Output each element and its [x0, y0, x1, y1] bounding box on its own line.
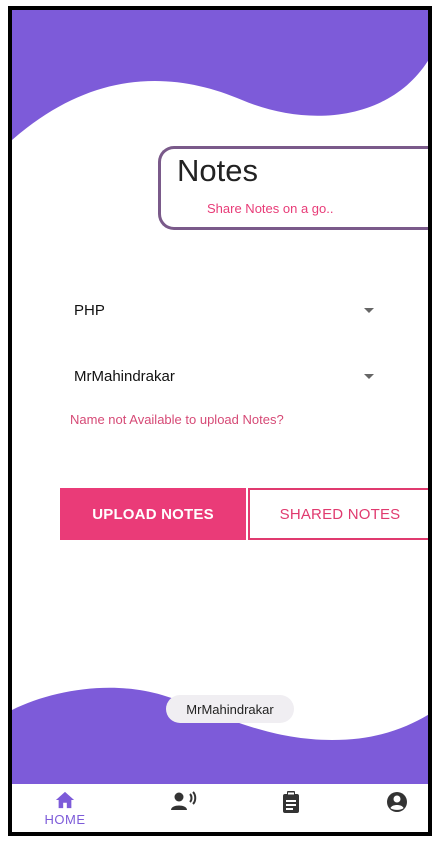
toast-message: MrMahindrakar	[166, 695, 294, 723]
dropdown-arrow-icon	[364, 308, 374, 313]
upload-notes-button[interactable]: UPLOAD NOTES	[60, 488, 246, 540]
account-icon	[387, 792, 407, 812]
clipboard-icon	[283, 791, 299, 813]
dropdown-arrow-icon	[364, 374, 374, 379]
top-wave-decoration	[12, 10, 428, 140]
nav-item-profile[interactable]	[362, 784, 428, 832]
bottom-wave-decoration	[12, 687, 428, 800]
subject-selected-value: PHP	[74, 302, 105, 319]
bottom-navigation: HOME	[12, 784, 428, 832]
shared-notes-button[interactable]: SHARED NOTES	[248, 488, 428, 540]
name-dropdown[interactable]: MrMahindrakar	[74, 362, 374, 392]
page-subtitle: Share Notes on a go..	[207, 201, 334, 216]
nav-label-home: HOME	[44, 812, 86, 827]
home-icon	[55, 791, 75, 809]
nav-item-voice[interactable]	[148, 784, 218, 832]
name-selected-value: MrMahindrakar	[74, 368, 175, 385]
page-title: Notes	[177, 153, 258, 188]
name-unavailable-link[interactable]: Name not Available to upload Notes?	[70, 412, 284, 427]
subject-dropdown[interactable]: PHP	[74, 296, 374, 326]
nav-item-notes[interactable]	[256, 784, 326, 832]
nav-item-home[interactable]: HOME	[30, 784, 100, 832]
title-card: Notes Share Notes on a go..	[158, 146, 428, 230]
voice-icon	[171, 791, 197, 810]
app-screen: Notes Share Notes on a go.. PHP MrMahind…	[8, 6, 432, 836]
